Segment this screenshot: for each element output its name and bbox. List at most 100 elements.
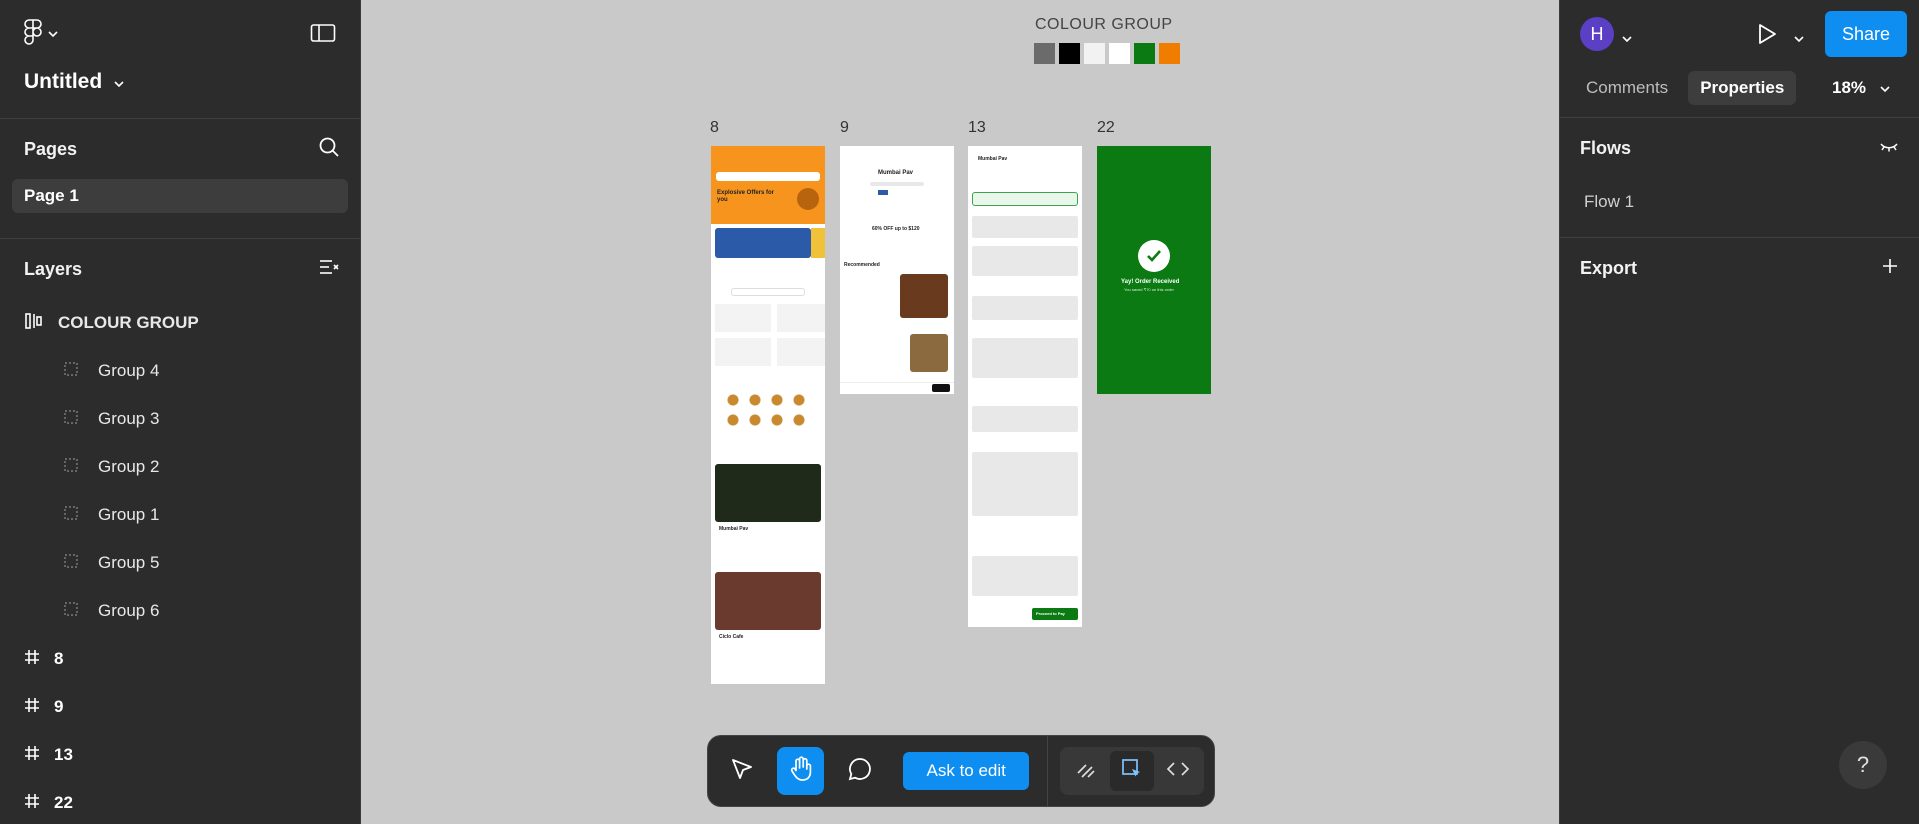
offers-card (972, 296, 1078, 320)
code-brackets-icon (1166, 757, 1190, 786)
colour-swatch[interactable] (1134, 43, 1155, 64)
layer-group-6[interactable]: Group 6 (0, 587, 360, 635)
plus-icon[interactable] (1881, 257, 1899, 280)
chevron-down-icon[interactable] (1794, 30, 1804, 48)
zoom-control[interactable]: 18% (1832, 78, 1890, 98)
figma-logo-icon (24, 18, 42, 50)
layer-frame-22[interactable]: 22 (0, 779, 360, 824)
card (715, 304, 771, 332)
card (715, 338, 771, 366)
restaurant-name: Mumbai Pav (719, 526, 749, 532)
layer-label: Group 2 (98, 457, 160, 476)
frame-label-13[interactable]: 13 (968, 119, 986, 137)
hand-tool-button[interactable] (777, 747, 825, 795)
frame-label-8[interactable]: 8 (710, 119, 719, 137)
layer-label: Group 6 (98, 601, 160, 620)
page-item-label: Page 1 (24, 186, 79, 205)
layer-frame-9[interactable]: 9 (0, 683, 360, 731)
food-categories (725, 392, 815, 432)
success-subtitle: You saved ₹70 on this order (1124, 287, 1174, 292)
food-image (797, 188, 819, 210)
promo-card-2 (811, 228, 825, 258)
pages-section: Pages Page 1 (0, 119, 360, 239)
frame-hash-icon (24, 697, 40, 718)
flow-item[interactable]: Flow 1 (1560, 178, 1919, 226)
layers-section: Layers COLOUR GROUP Group 4 Group 3 Grou… (0, 239, 360, 824)
header-title: Mumbai Pav (978, 156, 1008, 162)
file-header: Untitled (0, 0, 360, 119)
colour-swatch[interactable] (1084, 43, 1105, 64)
chevron-down-icon[interactable] (1622, 30, 1632, 48)
user-avatar[interactable]: H (1580, 17, 1614, 51)
export-section: Export (1560, 238, 1919, 298)
comment-bubble-icon (847, 756, 873, 787)
help-button[interactable]: ? (1839, 741, 1887, 789)
layer-label: 8 (54, 649, 64, 668)
layers-heading: Layers (24, 258, 83, 279)
flows-section: Flows Flow 1 (1560, 118, 1919, 238)
design-mode-button[interactable] (1110, 751, 1155, 791)
file-title-button[interactable]: Untitled (24, 70, 124, 94)
dev-mode-button[interactable] (1156, 751, 1200, 791)
layer-label: 9 (54, 697, 64, 716)
flows-heading: Flows (1580, 137, 1632, 158)
frame-9-screen[interactable]: Mumbai Pav 60% OFF up to $120 Recommende… (840, 146, 954, 394)
instructions-card (972, 406, 1078, 432)
layers-filter-icon[interactable] (318, 257, 340, 282)
restaurant-title: Mumbai Pav (878, 170, 914, 176)
layer-frame-8[interactable]: 8 (0, 635, 360, 683)
frame-13-screen[interactable]: Mumbai Pav Proceed to Pay (968, 146, 1082, 627)
hand-icon (787, 755, 815, 788)
frame-label-9[interactable]: 9 (840, 119, 849, 137)
layer-group-3[interactable]: Group 3 (0, 395, 360, 443)
proceed-label: Proceed to Pay (1036, 611, 1065, 616)
colour-swatch[interactable] (1059, 43, 1080, 64)
mode-switcher (1060, 747, 1205, 795)
layer-colour-group[interactable]: COLOUR GROUP (0, 299, 360, 347)
colour-swatch[interactable] (1034, 43, 1055, 64)
layer-group-2[interactable]: Group 2 (0, 443, 360, 491)
promo-card (715, 228, 811, 258)
share-button[interactable]: Share (1825, 11, 1907, 57)
group-icon (64, 505, 78, 525)
draw-mode-button[interactable] (1064, 751, 1108, 791)
main-menu-button[interactable] (24, 18, 68, 50)
layer-group-1[interactable]: Group 1 (0, 491, 360, 539)
toggle-panel-icon[interactable] (310, 22, 336, 44)
chevron-down-icon (48, 25, 58, 43)
layer-label: COLOUR GROUP (58, 313, 199, 332)
zoom-level: 18% (1832, 78, 1867, 97)
design-canvas[interactable]: COLOUR GROUP 8 9 13 22 Explosive Offers … (362, 0, 1559, 824)
frame-22-screen[interactable]: Yay! Order Received You saved ₹70 on thi… (1097, 146, 1211, 394)
dish-image (900, 274, 948, 318)
group-icon (64, 553, 78, 573)
group-icon (64, 361, 78, 381)
layer-group-5[interactable]: Group 5 (0, 539, 360, 587)
left-sidebar: Untitled Pages Page 1 Layers COLOUR GROU… (0, 0, 361, 824)
ask-to-edit-button[interactable]: Ask to edit (903, 752, 1030, 790)
toolbar-divider (1047, 735, 1049, 807)
search-bar (716, 172, 820, 181)
layer-label: 22 (54, 793, 73, 812)
search-icon[interactable] (318, 136, 340, 163)
move-tool-button[interactable] (718, 747, 765, 795)
right-sidebar: H Share Comments Properties 18% Flows Fl… (1559, 0, 1919, 824)
frame-label-22[interactable]: 22 (1097, 119, 1115, 137)
frame-hash-icon (24, 649, 40, 670)
layer-frame-13[interactable]: 13 (0, 731, 360, 779)
tip-card (972, 338, 1078, 378)
eye-closed-icon[interactable] (1879, 138, 1899, 159)
colour-swatch[interactable] (1109, 43, 1130, 64)
layer-label: Group 4 (98, 361, 160, 380)
tab-comments[interactable]: Comments (1574, 71, 1680, 105)
frame-8-screen[interactable]: Explosive Offers for you Mumbai Pav Cicl… (711, 146, 825, 684)
menu-button (932, 384, 950, 392)
comment-tool-button[interactable] (836, 747, 883, 795)
pages-heading: Pages (24, 138, 78, 159)
colour-swatch[interactable] (1159, 43, 1180, 64)
tab-properties[interactable]: Properties (1688, 71, 1797, 105)
chevron-down-icon (114, 70, 124, 94)
page-item-1[interactable]: Page 1 (12, 179, 348, 213)
present-play-icon[interactable] (1756, 22, 1778, 51)
layer-group-4[interactable]: Group 4 (0, 347, 360, 395)
